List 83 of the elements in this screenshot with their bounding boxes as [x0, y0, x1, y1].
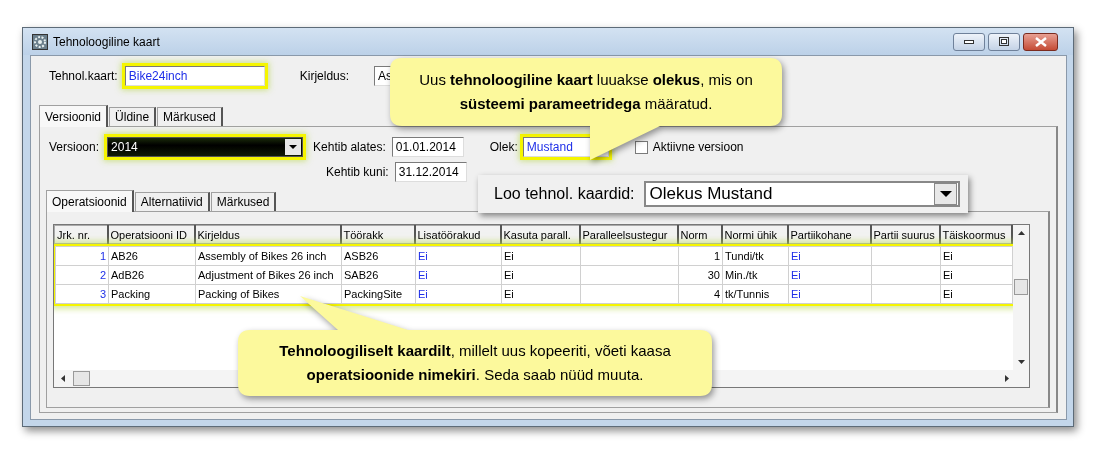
table-cell: ASB26 [341, 246, 416, 266]
scroll-right-icon [1005, 375, 1009, 382]
column-header[interactable]: Norm [677, 225, 722, 244]
table-cell: 30 [678, 265, 723, 285]
checkbox[interactable] [634, 140, 648, 154]
checkbox-label: Aktiivne versioon [652, 140, 744, 154]
maximize-icon [999, 37, 1009, 46]
column-header[interactable]: Lisatöörakud [414, 225, 501, 244]
table-cell: 4 [678, 284, 723, 304]
table-cell: PackingSite [341, 284, 416, 304]
table-cell: Adjustment of Bikes 26 inch [195, 265, 342, 285]
column-header[interactable]: Jrk. nr. [54, 225, 108, 244]
table-cell [871, 284, 941, 304]
callout-text: Tehnoloogiliselt kaardilt, millelt uus kopeeriti, võeti kaasa operatsioonide nimekiri. Seda saab nüüd muuta. [278, 341, 672, 385]
column-header[interactable]: Kasuta parall. [500, 225, 580, 244]
table-cell: 3 [55, 284, 109, 304]
column-header[interactable]: Operatsiooni ID [107, 225, 195, 244]
table-cell: Ei [788, 265, 872, 285]
scroll-thumb[interactable] [1014, 279, 1028, 295]
field-label: Kehtib alates: [313, 140, 386, 154]
table-cell: Ei [415, 265, 502, 285]
column-header[interactable]: Normi ühik [721, 225, 788, 244]
tab[interactable]: Märkused [157, 107, 223, 126]
table-cell: AB26 [108, 246, 196, 266]
table-cell: Ei [501, 265, 581, 285]
table-cell: Ei [501, 246, 581, 266]
table-cell [871, 246, 941, 266]
minimize-button[interactable] [953, 32, 985, 51]
scroll-thumb[interactable] [73, 371, 90, 386]
table-cell [871, 265, 941, 285]
dropdown-arrow-icon [289, 145, 298, 149]
column-header[interactable]: Täiskoormus [939, 225, 1012, 244]
table-cell: Tundi/tk [722, 246, 789, 266]
tab[interactable]: Operatsioonid [46, 190, 134, 212]
table-cell: Ei [415, 246, 502, 266]
table-cell: SAB26 [341, 265, 416, 285]
version-dropdown[interactable]: 2014 [107, 137, 304, 157]
tab[interactable]: Üldine [109, 107, 157, 126]
column-header[interactable]: Partiikohane [787, 225, 871, 244]
scroll-down-icon [1017, 360, 1025, 364]
field-label: Kehtib kuni: [326, 165, 389, 179]
table-cell: Ei [940, 246, 1013, 266]
table-cell: Ei [788, 246, 872, 266]
close-icon [1034, 36, 1047, 47]
table-cell: Ei [788, 284, 872, 304]
callout-text: Uus tehnoloogiline kaart luuakse olekus, mis on süsteemi parameetridega määratud. [418, 70, 754, 114]
field-label: Olek: [489, 140, 518, 154]
date-field[interactable]: 31.12.2014 [394, 162, 467, 182]
field-label: Tehnol.kaart: [49, 69, 118, 83]
field-label: Loo tehnol. kaardid: [494, 185, 635, 203]
column-header[interactable]: Paralleelsustegur [579, 225, 678, 244]
dropdown-arrow-icon [939, 191, 952, 197]
window-title: Tehnoloogiline kaart [53, 34, 160, 49]
field-label: Versioon: [49, 140, 100, 154]
close-button[interactable] [1023, 32, 1058, 51]
dropdown[interactable]: Olekus Mustand [643, 181, 960, 207]
table-cell: Assembly of Bikes 26 inch [195, 246, 342, 266]
table-cell: 1 [55, 246, 109, 266]
table-cell: Ei [501, 284, 581, 304]
vertical-scrollbar[interactable] [1013, 225, 1029, 370]
scroll-up-icon [1017, 231, 1025, 235]
gear-icon [32, 33, 48, 50]
maximize-button[interactable] [988, 32, 1020, 51]
table-cell: AdB26 [108, 265, 196, 285]
scroll-left-icon [61, 375, 65, 382]
table-cell: 2 [55, 265, 109, 285]
tab[interactable]: Versioonid [39, 105, 109, 127]
card-field[interactable]: Bike24inch [124, 66, 265, 86]
minimize-icon [964, 39, 974, 44]
tab[interactable]: Alternatiivid [134, 192, 210, 211]
column-header[interactable]: Partii suurus [870, 225, 940, 244]
table-cell: Ei [940, 284, 1013, 304]
column-header[interactable]: Kirjeldus [194, 225, 341, 244]
table-cell: tk/Tunnis [722, 284, 789, 304]
column-header[interactable]: Töörakk [340, 225, 415, 244]
tab[interactable]: Märkused [210, 192, 277, 211]
field-label: Kirjeldus: [299, 69, 350, 83]
table-cell: Packing [108, 284, 196, 304]
table-cell: Min./tk [722, 265, 789, 285]
table-cell: Ei [415, 284, 502, 304]
date-field[interactable]: 01.01.2014 [391, 137, 464, 157]
table-cell: Ei [940, 265, 1013, 285]
table-cell: 1 [678, 246, 723, 266]
